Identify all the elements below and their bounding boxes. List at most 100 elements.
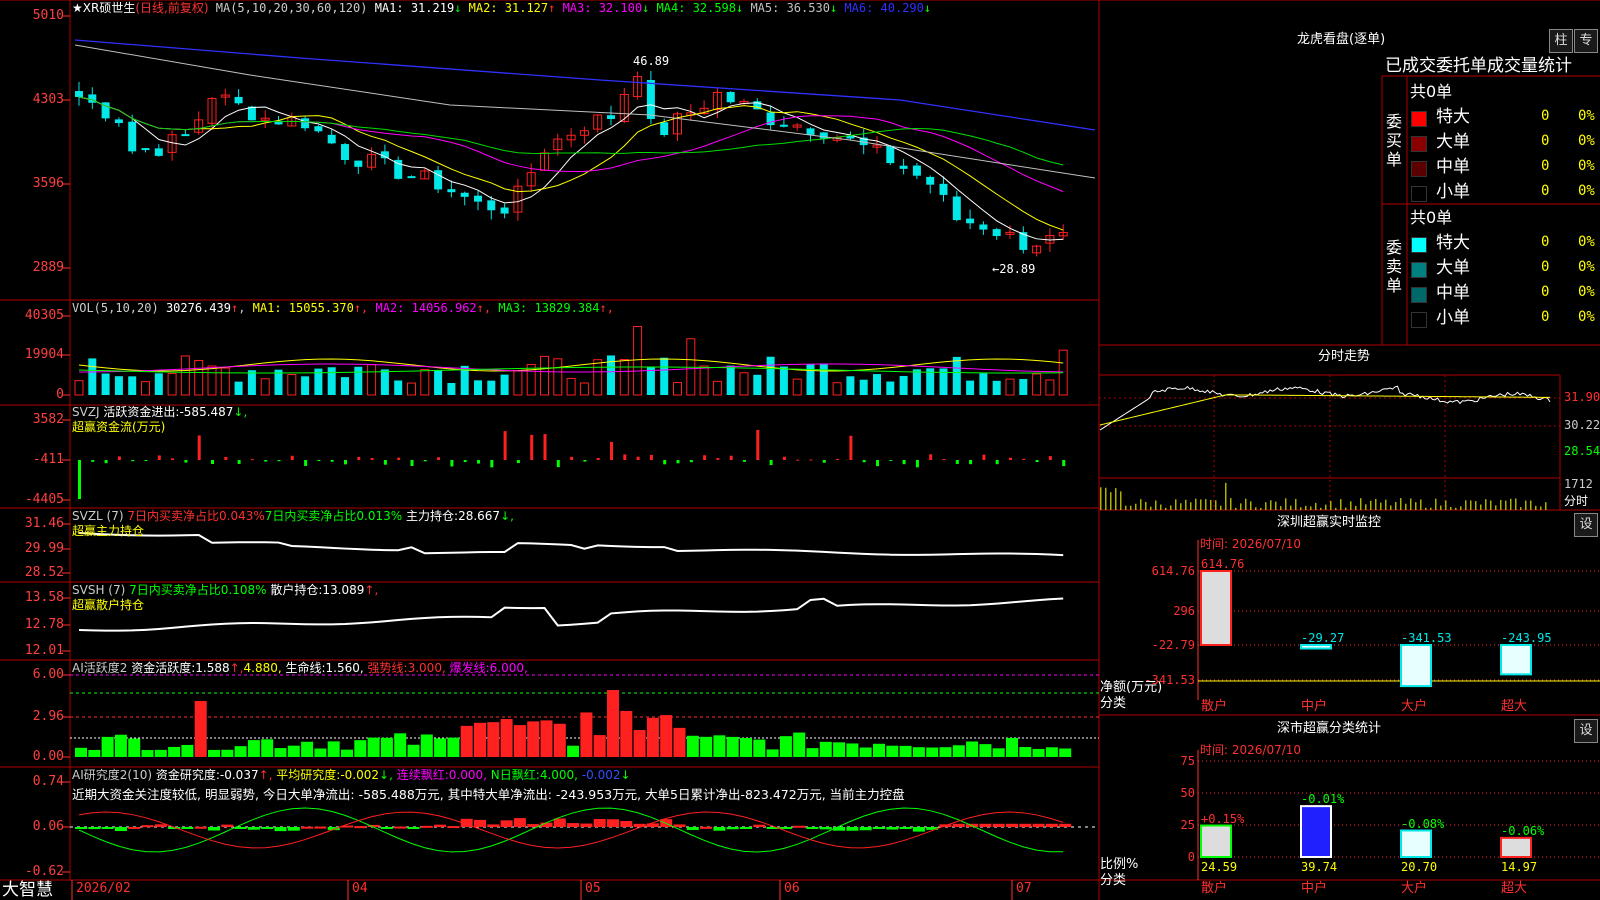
lhb-row-name: 特大 bbox=[1436, 233, 1470, 253]
sz-monitor-ytick: -22.79 bbox=[1151, 638, 1195, 652]
ma-arrow: ↓ bbox=[829, 1, 845, 15]
ai2-bar bbox=[886, 827, 899, 830]
chart-canvas[interactable] bbox=[0, 0, 1600, 900]
ai2-bar bbox=[75, 827, 87, 829]
svzl-sub: 超赢主力持仓 bbox=[72, 524, 145, 538]
svzj-bar bbox=[636, 456, 640, 460]
lhb-title: 龙虎看盘(逐单) bbox=[1297, 32, 1386, 47]
candle-body bbox=[301, 118, 310, 129]
svzj-bar bbox=[836, 458, 840, 460]
sz-class-bar-change: -0.06% bbox=[1501, 823, 1545, 838]
sz-class-bar-change: +0.15% bbox=[1201, 811, 1245, 826]
svzj-bar bbox=[623, 454, 627, 460]
sz-class-bar bbox=[1200, 824, 1232, 858]
lhb-row-name: 小单 bbox=[1436, 308, 1470, 328]
ai2-bar bbox=[474, 819, 486, 827]
sz-class-bar-value: 20.70 bbox=[1401, 860, 1438, 874]
fenshi-vol-bar bbox=[1530, 500, 1532, 510]
fenshi-vol-bar bbox=[1465, 500, 1467, 510]
y-axis-tick: 6.00 bbox=[32, 667, 64, 682]
fenshi-vol-bar bbox=[1175, 499, 1177, 510]
vol-ma-value: MA2: 14056.962 bbox=[375, 301, 477, 315]
vol-bar bbox=[873, 374, 881, 395]
vol-ma-values: MA1: 15055.370↑, MA2: 14056.962↑, MA3: 1… bbox=[253, 301, 614, 315]
sz-monitor-ytick: 614.76 bbox=[1151, 564, 1195, 578]
svzl-label: SVZL (7) bbox=[72, 509, 124, 523]
fenshi-vol-bar bbox=[1475, 501, 1477, 510]
ai2-bar bbox=[952, 823, 965, 827]
sz-monitor-bar-value: 614.76 bbox=[1201, 557, 1245, 571]
svzj-bar bbox=[876, 460, 879, 467]
fenshi-vol-bar bbox=[1340, 499, 1342, 510]
sz-class-ytick: 75 bbox=[1180, 754, 1195, 768]
ai1-bar bbox=[553, 723, 566, 757]
x-axis-label: 05 bbox=[585, 881, 601, 896]
vol-bar bbox=[74, 380, 84, 396]
candle-body bbox=[966, 218, 975, 224]
vol-bar bbox=[739, 372, 749, 396]
sz-class-settings-button[interactable]: 设 bbox=[1574, 719, 1598, 743]
lhb-row-count: 0 bbox=[1541, 259, 1550, 275]
fenshi-vol-bar bbox=[1320, 507, 1322, 510]
ai2-bar bbox=[1019, 823, 1032, 827]
fenshi-vol-bar bbox=[1540, 506, 1542, 510]
fenshi-vol-bar bbox=[1365, 504, 1367, 510]
lhb-row-count: 0 bbox=[1541, 133, 1550, 149]
ai1-bar bbox=[607, 690, 619, 757]
y-axis-tick: 5010 bbox=[32, 8, 64, 23]
svzj-bar bbox=[942, 459, 946, 461]
svzj-bar bbox=[184, 460, 188, 463]
vol-bar bbox=[287, 374, 297, 396]
fenshi-vol-bar bbox=[1415, 502, 1417, 510]
svzj-bar bbox=[317, 460, 321, 461]
ai1-bar bbox=[194, 700, 207, 757]
sz-class-time: 时间: 2026/07/10 bbox=[1200, 743, 1302, 757]
sz-monitor-ytick: 296 bbox=[1173, 604, 1195, 618]
fenshi-vol-bar bbox=[1350, 501, 1352, 510]
svzj-bar bbox=[676, 460, 680, 464]
ai1-bar bbox=[806, 748, 819, 757]
lhb-tabs[interactable]: 已成交委托单成交量统计 bbox=[1385, 56, 1600, 76]
ai2-bar bbox=[434, 824, 447, 827]
ai1-bar bbox=[926, 747, 939, 757]
svzj-bar bbox=[410, 460, 414, 466]
ai1-bar bbox=[726, 736, 739, 757]
fenshi-vol-bar bbox=[1155, 500, 1157, 510]
lhb-color-swatch bbox=[1411, 186, 1427, 202]
fenshi-vol-bar bbox=[1525, 500, 1527, 510]
vol-bar bbox=[407, 382, 416, 396]
ai1-bar bbox=[394, 733, 407, 757]
vol-bar bbox=[792, 378, 802, 396]
svzj-bar bbox=[117, 456, 121, 460]
ai2-bv: -0.002 bbox=[340, 768, 380, 782]
svzj-bar bbox=[330, 460, 334, 462]
svzj-bar bbox=[131, 460, 135, 462]
y-axis-tick: 12.78 bbox=[24, 617, 64, 632]
ai2-bar bbox=[806, 827, 819, 829]
candle-body bbox=[952, 196, 961, 221]
candle-body bbox=[407, 176, 416, 179]
sz-monitor-settings-button[interactable]: 设 bbox=[1574, 513, 1598, 537]
fenshi-vol-bar bbox=[1115, 488, 1117, 510]
ai2-bar bbox=[819, 827, 832, 830]
vol-bar bbox=[88, 358, 97, 395]
ai1-bar bbox=[580, 712, 593, 757]
vol-arrow: ↑ bbox=[230, 301, 239, 315]
svzj-bar bbox=[556, 460, 560, 468]
vol-bar bbox=[128, 376, 137, 395]
ai1-bar bbox=[420, 734, 433, 757]
lhb-special-button[interactable]: 专 bbox=[1574, 29, 1598, 53]
vol-bar bbox=[1019, 379, 1028, 395]
fenshi-vol-bar bbox=[1110, 492, 1112, 510]
svzj-bar bbox=[969, 460, 973, 465]
main-header: ★XR硕世生(日线,前复权) MA(5,10,20,30,60,120) MA1… bbox=[72, 1, 931, 15]
lhb-column-button[interactable]: 柱 bbox=[1549, 29, 1573, 53]
ai2-bar bbox=[899, 827, 912, 829]
sz-monitor-bar bbox=[1200, 570, 1232, 646]
svzj-bar bbox=[822, 460, 826, 463]
lhb-row-count: 0 bbox=[1541, 158, 1550, 174]
ai1-bar bbox=[487, 722, 500, 757]
svzj-bar bbox=[171, 458, 175, 460]
ai1-bar bbox=[141, 750, 154, 757]
x-axis-label: 06 bbox=[784, 881, 800, 896]
